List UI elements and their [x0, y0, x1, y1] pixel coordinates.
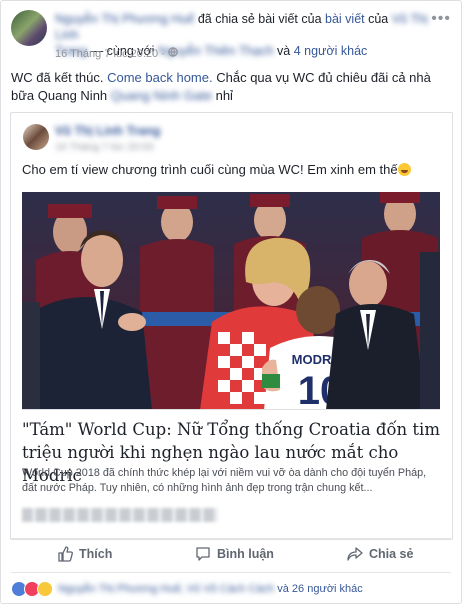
reactions-summary[interactable]: Nguyễn Thị Phương Huế, Vũ Võ Cách Cách v…	[11, 579, 363, 599]
author-avatar[interactable]	[11, 10, 47, 46]
grinning-sweat-emoji-icon	[397, 163, 411, 176]
comment-bubble-icon	[196, 547, 210, 561]
shared-label: đã chia sẻ bài viết của	[197, 12, 322, 26]
tagged-others-link[interactable]: 4 người khác	[294, 44, 368, 58]
thumbs-up-icon	[58, 546, 73, 562]
post-text-start: WC đã kết thúc.	[11, 70, 104, 85]
card-divider	[22, 409, 440, 410]
post-actions: Thích Bình luận Chia sẻ	[11, 538, 451, 569]
shared-post[interactable]: Vũ Thị Linh Trang 16 Tháng 7 lúc 20:03 C…	[10, 112, 453, 540]
author-name[interactable]: Nguyễn Thị Phương Huế	[55, 12, 194, 26]
reactions-text[interactable]: Nguyễn Thị Phương Huế, Vũ Võ Cách Cách v…	[58, 583, 363, 595]
feed-post: Nguyễn Thị Phương Huế đã chia sẻ bài viế…	[0, 0, 462, 604]
link-preview-domain	[22, 508, 218, 522]
post-options-icon[interactable]: •••	[431, 10, 451, 28]
like-label: Thích	[79, 547, 113, 561]
post-text-end: nhỉ	[215, 88, 233, 103]
post-meta: 16 Tháng 7 lúc 20:20 ·	[55, 47, 178, 60]
comment-button[interactable]: Bình luận	[195, 539, 274, 569]
share-button[interactable]: Chia sẻ	[347, 539, 413, 569]
shared-author-name[interactable]: Vũ Thị Linh Trang	[55, 124, 161, 138]
reactions-and: và	[277, 583, 289, 595]
link-preview-image[interactable]: MODRIC 10	[22, 192, 440, 410]
reactor-names[interactable]: Nguyễn Thị Phương Huế, Vũ Võ Cách Cách	[58, 583, 274, 595]
share-arrow-icon	[347, 547, 363, 561]
shared-text-content: Cho em tí view chương trình cuối cùng mù…	[22, 162, 398, 177]
share-label: Chia sẻ	[369, 547, 414, 561]
post-text-link: Come back home.	[107, 70, 213, 85]
post-timestamp[interactable]: 16 Tháng 7 lúc 20:20	[55, 48, 158, 60]
post-body-text: WC đã kết thúc. Come back home. Chắc qua…	[11, 69, 447, 105]
privacy-icon[interactable]	[168, 47, 178, 60]
shared-post-link[interactable]: bài viết	[325, 12, 365, 26]
comment-label: Bình luận	[217, 547, 274, 561]
haha-reaction-icon	[37, 581, 53, 597]
shared-timestamp[interactable]: 16 Tháng 7 lúc 20:03	[55, 141, 153, 153]
shared-post-text: Cho em tí view chương trình cuối cùng mù…	[22, 161, 411, 179]
link-preview-description: World Cup 2018 đã chính thức khép lại vớ…	[22, 467, 427, 494]
of-label: của	[368, 12, 389, 26]
and-label: và	[277, 44, 291, 58]
post-text-blurred: Quang Ninh Gate	[110, 88, 212, 103]
reactions-divider	[11, 572, 451, 573]
like-button[interactable]: Thích	[57, 539, 112, 569]
post-header: Nguyễn Thị Phương Huế đã chia sẻ bài viế…	[11, 10, 451, 60]
meta-separator: ·	[161, 48, 165, 60]
reactions-others[interactable]: 26 người khác	[292, 583, 363, 595]
shared-author-avatar[interactable]	[23, 124, 49, 150]
